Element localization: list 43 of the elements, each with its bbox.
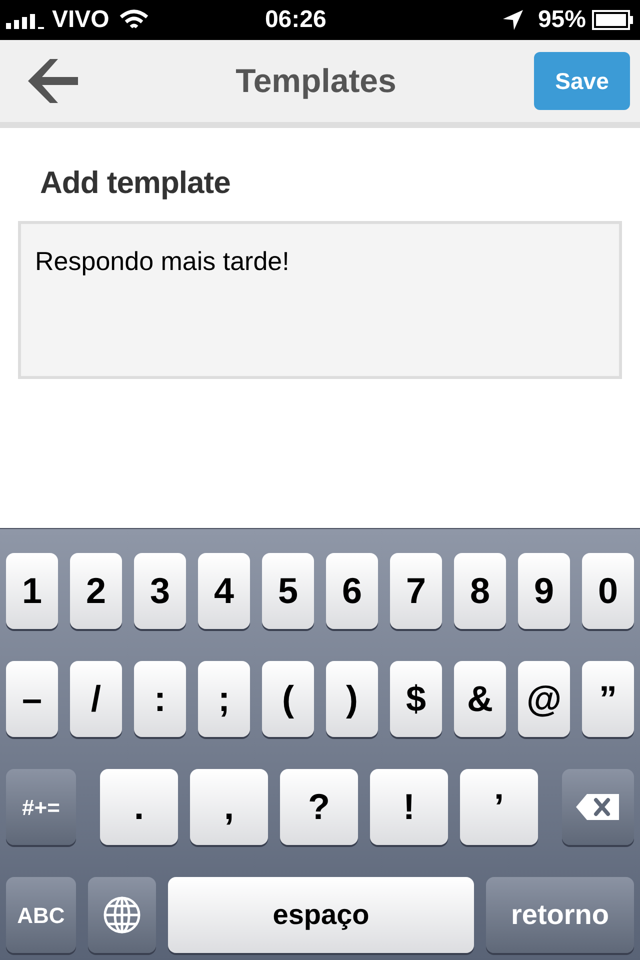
keyboard-key[interactable]: #+= xyxy=(6,769,76,845)
keyboard-key[interactable]: ) xyxy=(326,661,378,737)
location-arrow-icon xyxy=(502,9,524,31)
keyboard-key[interactable]: / xyxy=(70,661,122,737)
keyboard-key[interactable]: 4 xyxy=(198,553,250,629)
keyboard-key[interactable]: 7 xyxy=(390,553,442,629)
carrier-text: VIVO xyxy=(52,5,110,35)
backspace-icon xyxy=(575,793,621,821)
template-field[interactable]: Respondo mais tarde! xyxy=(18,220,622,378)
keyboard-key[interactable]: 3 xyxy=(134,553,186,629)
keyboard-key[interactable]: @ xyxy=(518,661,570,737)
return-key[interactable]: retorno xyxy=(486,877,634,953)
keyboard-key[interactable]: : xyxy=(134,661,186,737)
keyboard-key[interactable]: 0 xyxy=(582,553,634,629)
keyboard-key[interactable]: ” xyxy=(582,661,634,737)
keyboard-key[interactable]: $ xyxy=(390,661,442,737)
keyboard-key[interactable]: 5 xyxy=(262,553,314,629)
keyboard-key[interactable]: . xyxy=(100,769,178,845)
keyboard-key[interactable]: ? xyxy=(280,769,358,845)
keyboard-key[interactable]: & xyxy=(454,661,506,737)
keyboard-key[interactable]: 9 xyxy=(518,553,570,629)
keyboard-key[interactable]: 2 xyxy=(70,553,122,629)
battery-icon xyxy=(592,10,634,30)
keyboard-key[interactable]: ( xyxy=(262,661,314,737)
battery-percent: 95% xyxy=(538,5,586,35)
keyboard-key[interactable]: ABC xyxy=(6,877,76,953)
globe-key[interactable] xyxy=(88,877,156,953)
keyboard-key[interactable]: 1 xyxy=(6,553,58,629)
delete-key[interactable] xyxy=(562,769,634,845)
globe-icon xyxy=(102,895,142,935)
space-key[interactable]: espaço xyxy=(168,877,474,953)
keyboard-key[interactable]: 8 xyxy=(454,553,506,629)
nav-title: Templates xyxy=(234,61,398,102)
wifi-icon xyxy=(119,9,150,31)
clock-text: 06:26 xyxy=(264,5,328,35)
keyboard-key[interactable]: ; xyxy=(198,661,250,737)
keyboard-key[interactable]: ’ xyxy=(460,769,538,845)
keyboard-key[interactable]: – xyxy=(6,661,58,737)
keyboard-key[interactable]: ! xyxy=(370,769,448,845)
back-arrow-icon[interactable] xyxy=(28,59,78,103)
keyboard-key[interactable]: 6 xyxy=(326,553,378,629)
keyboard-key[interactable]: , xyxy=(190,769,268,845)
section-heading: Add template xyxy=(40,164,232,202)
